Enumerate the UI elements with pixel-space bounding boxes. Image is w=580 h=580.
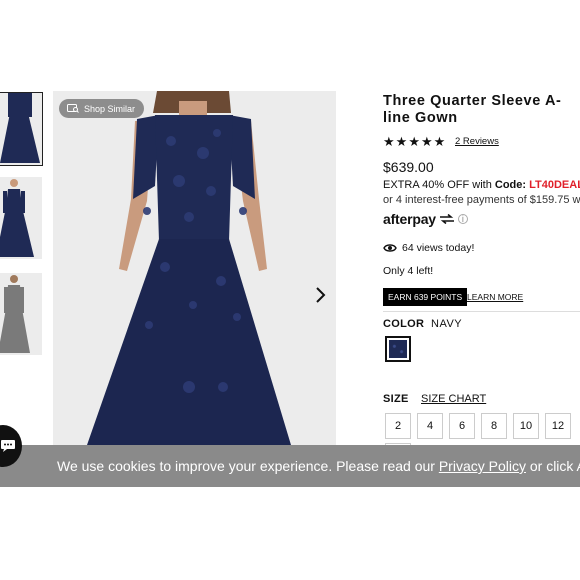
shop-similar-button[interactable]: Shop Similar: [59, 99, 145, 118]
earn-points-badge: EARN 639 POINTS: [383, 288, 468, 306]
chat-bubble-icon: [1, 440, 15, 452]
star-icon: ★: [420, 134, 433, 149]
product-price: $639.00: [383, 159, 434, 175]
image-search-icon: [67, 104, 79, 113]
cookie-text: We use cookies to improve your experienc…: [57, 458, 580, 474]
size-option[interactable]: 8: [481, 413, 507, 439]
afterpay-badge[interactable]: afterpay i: [383, 211, 468, 227]
size-option[interactable]: 12: [545, 413, 571, 439]
afterpay-logo: afterpay: [383, 211, 436, 227]
swatch-fill: [389, 340, 407, 358]
star-icon: ★: [383, 134, 395, 149]
privacy-policy-link[interactable]: Privacy Policy: [439, 458, 526, 474]
product-title: Three Quarter Sleeve A-line Gown: [383, 93, 562, 126]
thumbnail-2[interactable]: [0, 177, 42, 259]
reviews-link[interactable]: 2 Reviews: [455, 136, 499, 147]
views-text: 64 views today!: [402, 242, 475, 254]
promo-code: LT40DEALS: [529, 179, 580, 191]
rating-stars: ★ ★ ★ ★ ★: [383, 135, 445, 148]
cookie-text-before: We use cookies to improve your experienc…: [57, 458, 439, 474]
promo-description: EXTRA 40% OFF with: [383, 179, 495, 191]
color-value: NAVY: [431, 318, 463, 330]
size-option[interactable]: 4: [417, 413, 443, 439]
size-option[interactable]: 6: [449, 413, 475, 439]
installments-text: or 4 interest-free payments of $159.75 w…: [383, 194, 580, 206]
stock-text: Only 4 left!: [383, 265, 434, 277]
learn-more-link[interactable]: LEARN MORE: [467, 292, 523, 302]
cookie-banner: We use cookies to improve your experienc…: [0, 445, 580, 487]
eye-icon: [383, 244, 397, 252]
shop-similar-label: Shop Similar: [84, 103, 136, 114]
color-label: COLOR: [383, 318, 425, 330]
afterpay-arrows-icon: [439, 214, 454, 224]
size-chart-link[interactable]: SIZE CHART: [421, 393, 486, 405]
chevron-right-icon[interactable]: [312, 284, 330, 306]
thumbnail-3[interactable]: [0, 273, 42, 355]
size-option[interactable]: 10: [513, 413, 539, 439]
size-label: SIZE: [383, 393, 409, 405]
size-options: 2 4 6 8 10 12: [385, 413, 571, 439]
star-icon: ★: [395, 134, 408, 149]
size-option[interactable]: 2: [385, 413, 411, 439]
color-swatch-navy[interactable]: [385, 336, 411, 362]
promo-code-label: Code:: [494, 179, 527, 191]
cookie-text-after: or click A: [525, 458, 580, 474]
promo-text: EXTRA 40% OFF with Code: LT40DEALS: [383, 179, 580, 191]
star-icon: ★: [408, 134, 420, 149]
thumbnail-1[interactable]: [0, 92, 43, 166]
divider: [383, 311, 580, 312]
star-icon: ★: [433, 134, 446, 149]
views-indicator: 64 views today!: [383, 242, 474, 254]
info-icon[interactable]: i: [457, 214, 468, 224]
main-product-image[interactable]: [53, 91, 336, 445]
